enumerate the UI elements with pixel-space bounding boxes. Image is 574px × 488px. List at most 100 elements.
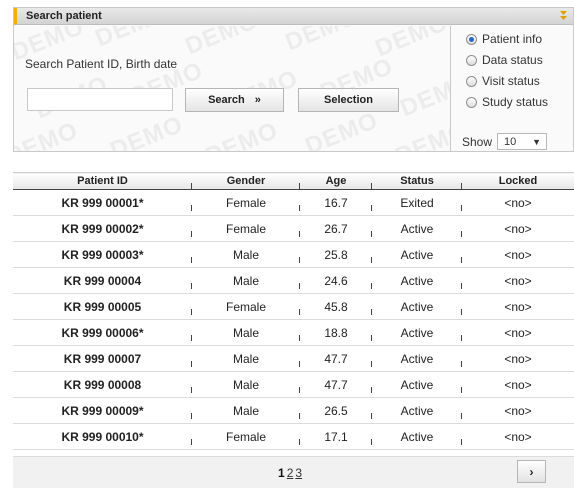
- status-cell: Active: [372, 293, 462, 320]
- age-cell: 24.6: [300, 267, 372, 294]
- panel-title: Search patient: [26, 10, 102, 22]
- table-row[interactable]: KR 999 00005 Female 45.8 Active <no>: [13, 293, 574, 320]
- age-cell: 26.7: [300, 215, 372, 242]
- table-row[interactable]: KR 999 00003* Male 25.8 Active <no>: [13, 241, 574, 268]
- gender-cell: Female: [192, 423, 300, 450]
- radio-label: Visit status: [482, 74, 540, 88]
- status-cell: Active: [372, 371, 462, 398]
- locked-cell: <no>: [462, 371, 574, 398]
- gender-cell: Male: [192, 397, 300, 424]
- age-cell: 45.8: [300, 293, 372, 320]
- radio-icon[interactable]: [466, 75, 477, 87]
- selection-button[interactable]: Selection: [298, 88, 399, 112]
- radio-label: Data status: [482, 53, 543, 67]
- age-cell: 25.8: [300, 241, 372, 268]
- gender-cell: Male: [192, 241, 300, 268]
- table-row[interactable]: KR 999 00008 Male 47.7 Active <no>: [13, 371, 574, 398]
- status-cell: Active: [372, 423, 462, 450]
- radio-visit-status[interactable]: Visit status: [466, 74, 540, 88]
- status-cell: Active: [372, 319, 462, 346]
- view-options: Patient info Data status Visit status St…: [450, 26, 573, 151]
- locked-cell: <no>: [462, 397, 574, 424]
- radio-patient-info[interactable]: Patient info: [466, 32, 542, 46]
- search-panel: Search patient DEMO DEMO DEMO DEMO DEMO …: [13, 7, 574, 152]
- search-label: Search Patient ID, Birth date: [25, 57, 178, 71]
- radio-label: Patient info: [482, 32, 543, 46]
- status-cell: Active: [372, 267, 462, 294]
- locked-cell: <no>: [462, 293, 574, 320]
- show-label: Show: [462, 134, 493, 149]
- collapse-icon[interactable]: [557, 9, 570, 22]
- current-page: 1: [278, 466, 285, 480]
- table-row[interactable]: KR 999 00009* Male 26.5 Active <no>: [13, 397, 574, 424]
- search-button[interactable]: Search »: [185, 88, 284, 112]
- gender-cell: Female: [192, 293, 300, 320]
- search-button-label: Search: [208, 94, 245, 106]
- table-row[interactable]: KR 999 00006* Male 18.8 Active <no>: [13, 319, 574, 346]
- column-header-patient-id[interactable]: Patient ID: [13, 172, 192, 190]
- age-cell: 47.7: [300, 345, 372, 372]
- table-body: KR 999 00001* Female 16.7 Exited <no> KR 999 …: [13, 189, 574, 450]
- status-cell: Active: [372, 397, 462, 424]
- column-header-age[interactable]: Age: [300, 172, 372, 190]
- patient-id-cell: KR 999 00006*: [13, 319, 192, 346]
- locked-cell: <no>: [462, 241, 574, 268]
- radio-selected-icon[interactable]: [466, 33, 477, 45]
- age-cell: 26.5: [300, 397, 372, 424]
- status-cell: Active: [372, 345, 462, 372]
- page-link-2[interactable]: 2: [287, 466, 294, 480]
- double-arrow-icon: »: [254, 94, 261, 106]
- patient-id-cell: KR 999 00007: [13, 345, 192, 372]
- page-links: 1 2 3: [278, 466, 302, 480]
- locked-cell: <no>: [462, 345, 574, 372]
- table-row[interactable]: KR 999 00001* Female 16.7 Exited <no>: [13, 189, 574, 216]
- patient-id-cell: KR 999 00001*: [13, 189, 192, 216]
- show-count-row: Show 10 ▼: [462, 133, 548, 150]
- table-row[interactable]: KR 999 00010* Female 17.1 Active <no>: [13, 423, 574, 450]
- table-header-row: Patient ID Gender Age Status Locked: [13, 172, 574, 190]
- radio-data-status[interactable]: Data status: [466, 53, 543, 67]
- next-page-button[interactable]: ›: [517, 460, 546, 483]
- patient-id-cell: KR 999 00009*: [13, 397, 192, 424]
- page-link-3[interactable]: 3: [295, 466, 302, 480]
- show-count-value: 10: [504, 135, 517, 148]
- radio-icon[interactable]: [466, 54, 477, 66]
- age-cell: 18.8: [300, 319, 372, 346]
- status-cell: Active: [372, 215, 462, 242]
- status-cell: Exited: [372, 189, 462, 216]
- gender-cell: Male: [192, 371, 300, 398]
- gender-cell: Female: [192, 215, 300, 242]
- patient-id-cell: KR 999 00004: [13, 267, 192, 294]
- gender-cell: Female: [192, 189, 300, 216]
- locked-cell: <no>: [462, 215, 574, 242]
- show-count-select[interactable]: 10 ▼: [497, 133, 548, 150]
- age-cell: 17.1: [300, 423, 372, 450]
- pagination-bar: 1 2 3 ›: [13, 456, 574, 488]
- status-cell: Active: [372, 241, 462, 268]
- radio-label: Study status: [482, 95, 549, 109]
- panel-header: Search patient: [14, 8, 573, 25]
- patient-id-cell: KR 999 00002*: [13, 215, 192, 242]
- locked-cell: <no>: [462, 189, 574, 216]
- locked-cell: <no>: [462, 267, 574, 294]
- patient-id-cell: KR 999 00010*: [13, 423, 192, 450]
- column-header-locked[interactable]: Locked: [462, 172, 574, 190]
- gender-cell: Male: [192, 319, 300, 346]
- column-header-status[interactable]: Status: [372, 172, 462, 190]
- radio-icon[interactable]: [466, 96, 477, 108]
- dropdown-arrow-icon: ▼: [532, 136, 542, 147]
- patient-table: Patient ID Gender Age Status Locked KR 9…: [13, 172, 574, 450]
- locked-cell: <no>: [462, 423, 574, 450]
- search-input[interactable]: [27, 88, 173, 111]
- chevron-right-icon: ›: [529, 464, 534, 479]
- table-row[interactable]: KR 999 00004 Male 24.6 Active <no>: [13, 267, 574, 294]
- radio-study-status[interactable]: Study status: [466, 95, 548, 109]
- table-row[interactable]: KR 999 00002* Female 26.7 Active <no>: [13, 215, 574, 242]
- age-cell: 16.7: [300, 189, 372, 216]
- gender-cell: Male: [192, 267, 300, 294]
- column-header-gender[interactable]: Gender: [192, 172, 300, 190]
- age-cell: 47.7: [300, 371, 372, 398]
- patient-id-cell: KR 999 00003*: [13, 241, 192, 268]
- gender-cell: Male: [192, 345, 300, 372]
- table-row[interactable]: KR 999 00007 Male 47.7 Active <no>: [13, 345, 574, 372]
